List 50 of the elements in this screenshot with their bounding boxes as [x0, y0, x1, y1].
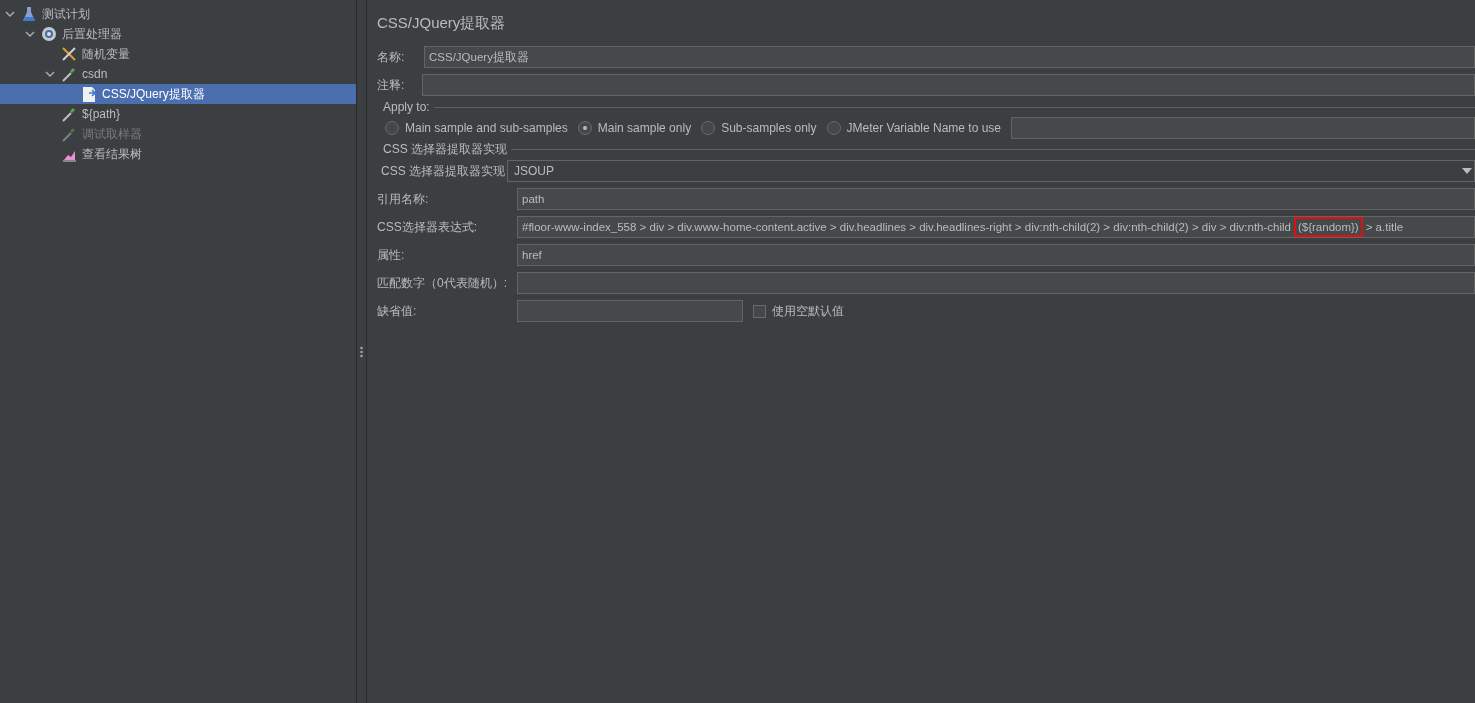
field-label: CSS 选择器提取器实现 — [381, 162, 506, 180]
dropdown-caret-icon — [1462, 168, 1472, 174]
grip-icon[interactable] — [360, 345, 363, 358]
panel-title: CSS/JQuery提取器 — [377, 14, 507, 33]
field-label: 缺省值: — [377, 302, 418, 320]
tree-item[interactable]: 随机变量 — [0, 44, 356, 64]
field-label: CSS选择器表达式: — [377, 218, 478, 236]
flask-icon — [20, 5, 38, 23]
caret-icon[interactable] — [44, 68, 56, 80]
radio-option[interactable]: Main sample only — [577, 121, 692, 135]
document-arrow-icon — [80, 85, 98, 103]
tree-item[interactable]: CSS/JQuery提取器 — [0, 84, 356, 104]
checkbox-label: 使用空默认值 — [772, 302, 844, 320]
radio-button[interactable] — [385, 121, 399, 135]
input-field[interactable]: path — [517, 188, 1475, 210]
radio-button[interactable] — [826, 121, 841, 135]
tree-item[interactable]: csdn — [0, 64, 356, 84]
input-field[interactable]: #floor-www-index_558 > div > div.www-home-content.active > div.headlines > div.headlines-right > div:nth-child(2) > div:nth-child(2) > div > div:nth-child (${random}) > a.title — [517, 216, 1475, 238]
caret-icon[interactable] — [4, 8, 16, 20]
radio-option[interactable]: Sub-samples only — [701, 121, 817, 135]
radio-button[interactable] — [701, 121, 716, 135]
field-label: 注释: — [377, 76, 406, 94]
field-label: 引用名称: — [377, 190, 430, 208]
caret-icon[interactable] — [24, 28, 36, 40]
gear-icon — [40, 25, 58, 43]
input-field[interactable]: href — [517, 244, 1475, 266]
input-field[interactable]: CSS/JQuery提取器 — [424, 46, 1475, 68]
radio-option[interactable]: Main sample and sub-samples — [385, 121, 568, 135]
tree-item[interactable]: 测试计划 — [0, 4, 356, 24]
checkbox[interactable] — [753, 304, 766, 318]
crossed-tools-icon — [60, 45, 78, 63]
input-field[interactable] — [422, 74, 1475, 96]
dropdown[interactable]: JSOUP — [507, 160, 1475, 182]
pipette-icon — [60, 125, 78, 143]
input-field[interactable] — [1011, 117, 1475, 139]
input-field[interactable] — [517, 300, 743, 322]
radio-button[interactable] — [577, 121, 592, 135]
highlight-box: (${random}) — [1293, 217, 1363, 237]
pipette-icon — [60, 65, 78, 83]
tree-item[interactable]: 后置处理器 — [0, 24, 356, 44]
group-legend: CSS 选择器提取器实现 — [383, 140, 507, 158]
tree-item[interactable]: 查看结果树 — [0, 144, 356, 164]
tree-item[interactable]: ${path} — [0, 104, 356, 124]
pipette-icon — [60, 105, 78, 123]
group-legend: Apply to: — [383, 100, 430, 114]
field-label: 名称: — [377, 48, 406, 66]
input-field[interactable] — [517, 272, 1475, 294]
radio-option[interactable]: JMeter Variable Name to use — [826, 121, 1002, 135]
field-label: 属性: — [377, 246, 406, 264]
field-label: 匹配数字（0代表随机）: — [377, 274, 508, 292]
